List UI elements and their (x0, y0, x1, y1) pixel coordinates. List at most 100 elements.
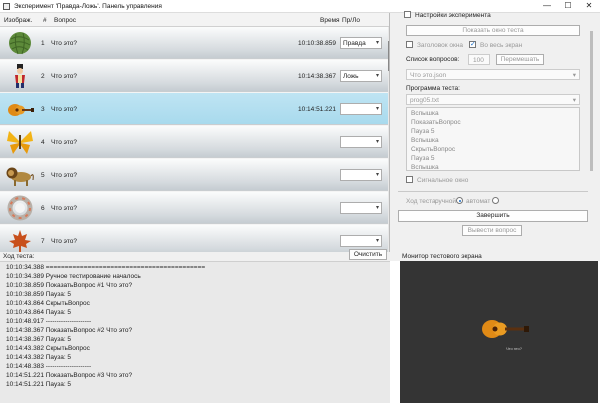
question-count-field[interactable]: 100 (468, 54, 490, 65)
list-item[interactable]: Вспышка (411, 164, 439, 171)
row-number: 6 (41, 205, 45, 212)
table-row[interactable]: 7 Что это? ▾ (0, 225, 388, 252)
column-header-true-false[interactable]: Пр/Ло (342, 17, 360, 24)
experiment-settings-label: Настройки эксперимента (415, 12, 491, 19)
table-row[interactable]: 6 Что это? ▾ (0, 192, 388, 224)
log-line: 10:14:51.221 Пауза: 5 (6, 381, 72, 388)
answer-select[interactable]: Правда ▾ (340, 37, 382, 49)
monitor-header: Монитор тестового экрана (390, 252, 600, 261)
panel-scrollbar[interactable] (590, 31, 593, 171)
finish-button[interactable]: Завершить (398, 210, 588, 222)
row-question: Что это? (51, 106, 77, 113)
answer-value: Правда (343, 40, 366, 47)
row-number: 3 (41, 106, 45, 113)
answer-select[interactable]: ▾ (340, 169, 382, 181)
log-line: 10:10:34.389 Ручное тестирование началос… (6, 273, 141, 280)
fullscreen-label: Во весь экран (480, 42, 523, 49)
table-row[interactable]: 2 Что это? 10:14:38.367 Ложь ▾ (0, 60, 388, 92)
question-count-value: 100 (473, 57, 484, 64)
chevron-down-icon: ▾ (375, 40, 379, 46)
row-question: Что это? (51, 238, 77, 245)
manual-mode-radio[interactable] (456, 197, 463, 204)
manual-mode-label: ручной (435, 198, 457, 205)
guitar-icon (8, 104, 34, 116)
experiment-settings-checkbox[interactable] (404, 11, 411, 18)
question-list-label: Список вопросов: (406, 56, 460, 63)
table-row-selected[interactable]: 3 Что это? 10:14:51.221 ▾ (0, 93, 388, 125)
list-item[interactable]: СкрытьВопрос (411, 146, 455, 153)
list-item[interactable]: Пауза 5 (411, 128, 434, 135)
test-program-label: Программа теста: (406, 85, 460, 92)
row-time: 10:10:38.859 (298, 40, 336, 47)
lion-icon (6, 167, 34, 186)
table-row[interactable]: 4 Что это? ▾ (0, 126, 388, 158)
row-question: Что это? (51, 139, 77, 146)
divider (398, 191, 588, 192)
log-line: 10:10:34.388 ===========================… (6, 264, 206, 271)
auto-mode-label: автомат (466, 198, 491, 205)
ringmaster-figure-icon (15, 64, 25, 88)
table-row[interactable]: 5 Что это? ▾ (0, 159, 388, 191)
table-row[interactable]: 1 Что это? 10:10:38.859 Правда ▾ (0, 27, 388, 59)
chevron-down-icon: ▾ (375, 73, 379, 79)
log-area[interactable]: 10:10:34.388 ===========================… (0, 261, 390, 403)
window-title-label: Заголовок окна (417, 42, 464, 49)
table-header: Изображ. # Вопрос Время Пр/Ло (0, 13, 389, 27)
log-line: 10:14:43.382 СкрытьВопрос (6, 345, 90, 352)
answer-select[interactable]: ▾ (340, 202, 382, 214)
shuffle-button[interactable]: Перемешать (496, 54, 544, 65)
log-line: 10:14:38.367 Пауза: 5 (6, 336, 72, 343)
log-label: Ход теста: (3, 253, 35, 260)
list-item[interactable]: Пауза 5 (411, 155, 434, 162)
row-number: 4 (41, 139, 45, 146)
question-file-select[interactable]: Что это.json ▾ (406, 69, 580, 80)
column-header-question[interactable]: Вопрос (54, 17, 76, 24)
maximize-button[interactable]: ☐ (558, 0, 578, 13)
chevron-down-icon: ▾ (375, 106, 379, 112)
list-item[interactable]: Вспышка (411, 137, 439, 144)
row-number: 7 (41, 238, 45, 245)
question-file-value: Что это.json (410, 72, 447, 79)
ask-question-button[interactable]: Вывести вопрос (462, 225, 522, 236)
monitor-label: Монитор тестового экрана (402, 253, 482, 260)
log-line: 10:10:43.864 СкрытьВопрос (6, 300, 90, 307)
program-file-value: prog05.txt (410, 97, 439, 104)
log-line: 10:10:43.864 Пауза: 5 (6, 309, 72, 316)
questions-table: Изображ. # Вопрос Время Пр/Ло 1 Что это?… (0, 13, 390, 252)
answer-select[interactable]: Ложь ▾ (340, 70, 382, 82)
window-title: Эксперимент 'Правда-Ложь'. Панель управл… (14, 3, 162, 10)
butterfly-icon (7, 131, 33, 154)
log-line: 10:14:51.221 ПоказатьВопрос #3 Что это? (6, 372, 133, 379)
maple-leaf-icon (9, 230, 31, 252)
chevron-down-icon: ▾ (375, 139, 379, 145)
list-item[interactable]: Вспышка (411, 110, 439, 117)
answer-select[interactable]: ▾ (340, 103, 382, 115)
row-number: 5 (41, 172, 45, 179)
test-screen-monitor: Что это? (400, 261, 598, 403)
program-steps-list[interactable]: Вспышка ПоказатьВопрос Пауза 5 Вспышка С… (406, 107, 580, 171)
close-button[interactable]: ✕ (579, 0, 599, 13)
list-item[interactable]: ПоказатьВопрос (411, 119, 461, 126)
column-header-number[interactable]: # (43, 17, 47, 24)
minimize-button[interactable]: — (537, 0, 557, 13)
auto-mode-radio[interactable] (492, 197, 499, 204)
answer-select[interactable]: ▾ (340, 136, 382, 148)
show-test-window-button[interactable]: Показать окно теста (406, 25, 580, 36)
fullscreen-checkbox[interactable] (469, 40, 476, 48)
window-title-checkbox[interactable] (406, 41, 413, 48)
row-question: Что это? (51, 205, 77, 212)
chevron-down-icon: ▾ (572, 72, 576, 79)
log-line: 10:10:38.859 ПоказатьВопрос #1 Что это? (6, 282, 133, 289)
clear-log-button[interactable]: Очистить (349, 249, 387, 260)
row-time: 10:14:38.367 (298, 73, 336, 80)
signal-window-checkbox[interactable] (406, 176, 413, 183)
answer-value: Ложь (343, 73, 359, 80)
chevron-down-icon: ▾ (375, 238, 379, 244)
program-file-select[interactable]: prog05.txt ▾ (406, 94, 580, 105)
answer-select[interactable]: ▾ (340, 235, 382, 247)
column-header-image[interactable]: Изображ. (4, 17, 32, 24)
signal-window-label: Сигнальное окно (417, 177, 469, 184)
column-header-time[interactable]: Время (320, 17, 340, 24)
row-question: Что это? (51, 73, 77, 80)
control-panel: Настройки эксперимента Показать окно тес… (390, 11, 600, 252)
